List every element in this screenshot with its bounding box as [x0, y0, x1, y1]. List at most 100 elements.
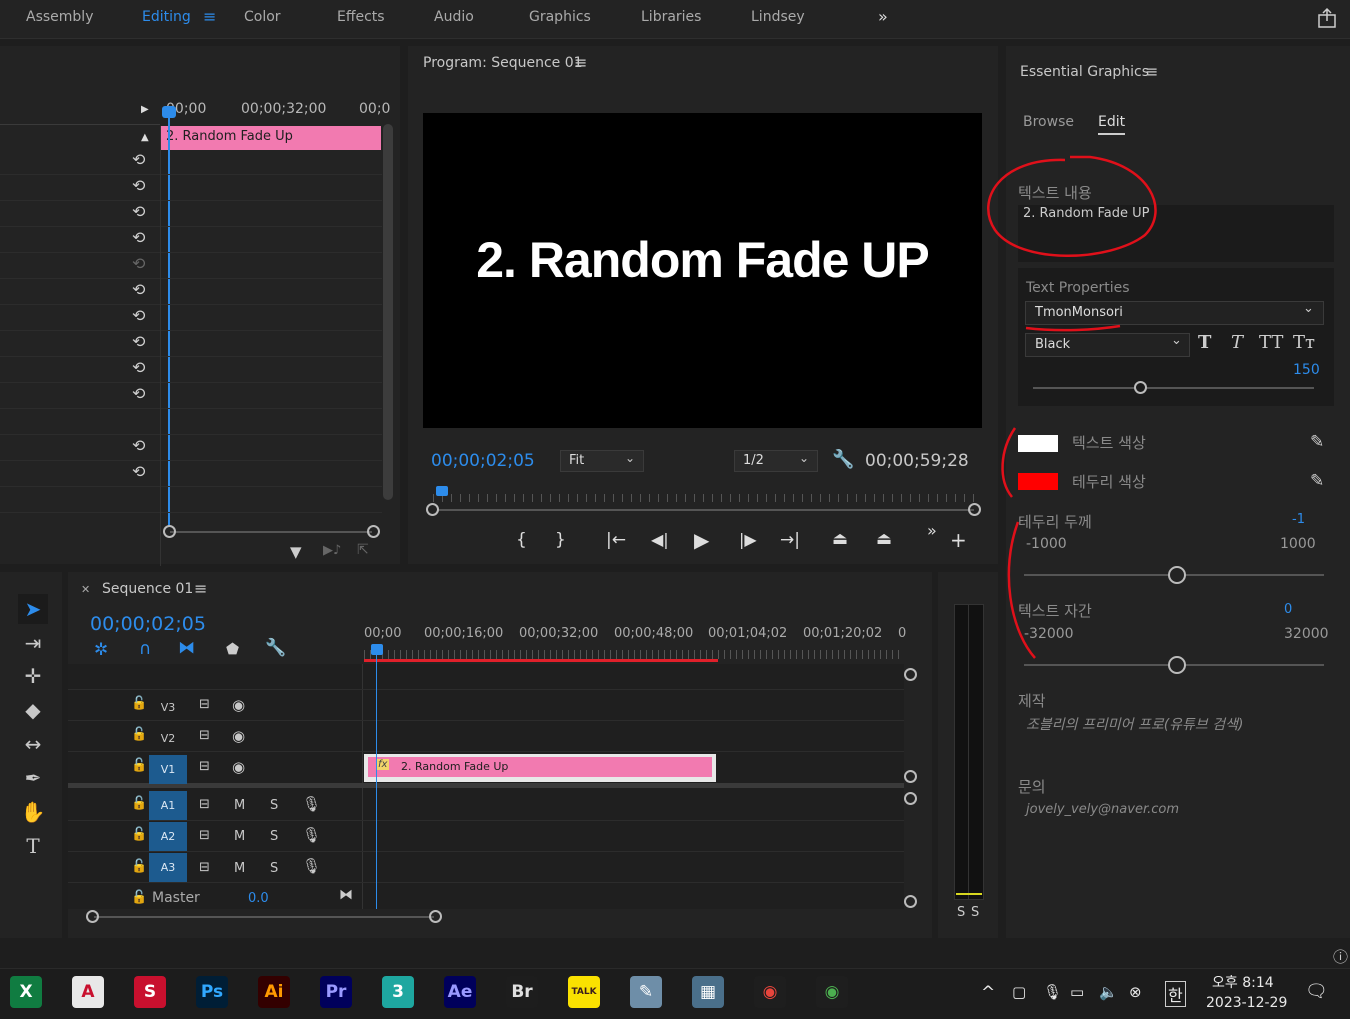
track-select-tool-icon[interactable]: ⇥	[18, 628, 48, 658]
reset-icon[interactable]: ⟲	[132, 280, 145, 299]
razor-tool-icon[interactable]: ◆	[18, 695, 48, 725]
reset-icon[interactable]: ⟲	[132, 384, 145, 403]
more-workspaces-icon[interactable]: »	[878, 7, 888, 26]
sync-lock-icon[interactable]: ⊟	[199, 797, 210, 812]
timeline-zoom-bar[interactable]	[94, 916, 434, 918]
workspace-graphics[interactable]: Graphics	[529, 9, 591, 25]
track-v1[interactable]: V1	[149, 755, 187, 784]
add-button-icon[interactable]: +	[950, 528, 967, 552]
master-value[interactable]: 0.0	[248, 891, 269, 906]
eye-icon[interactable]: ◉	[232, 758, 245, 776]
reset-icon[interactable]: ⟲	[132, 228, 145, 247]
add-marker-icon[interactable]: ⬟	[226, 640, 239, 658]
text-color-swatch[interactable]	[1018, 435, 1058, 452]
lock-icon[interactable]: 🔓	[131, 727, 147, 742]
taskbar-excel-icon[interactable]: X	[10, 976, 42, 1008]
workspace-menu-icon[interactable]: ≡	[203, 7, 216, 26]
timeline-settings-icon[interactable]: 🔧	[265, 638, 286, 658]
export-frame-icon[interactable]: ⇱	[357, 542, 369, 558]
mark-in-icon[interactable]: {	[516, 530, 527, 550]
solo-button[interactable]: S	[270, 798, 278, 813]
taskbar-illustrator-icon[interactable]: Ai	[258, 976, 290, 1008]
program-current-time[interactable]: 00;00;02;05	[431, 451, 535, 471]
type-tool-icon[interactable]: T	[18, 831, 48, 861]
resolution-dropdown[interactable]: 1/2 ⌄	[734, 450, 818, 472]
stroke-width-value[interactable]: -1	[1292, 512, 1305, 527]
lock-icon[interactable]: 🔓	[131, 827, 147, 842]
workspace-lindsey[interactable]: Lindsey	[751, 9, 805, 25]
taskbar-chrome-profile-icon[interactable]: ◉	[754, 976, 786, 1008]
step-forward-icon[interactable]: |▶	[739, 530, 757, 549]
notification-icon[interactable]: 🗨	[1305, 981, 1328, 1002]
tracking-value[interactable]: 0	[1284, 602, 1292, 617]
eye-icon[interactable]: ◉	[232, 696, 245, 714]
vertical-scrollbar[interactable]	[383, 124, 393, 500]
solo-left[interactable]: S	[957, 905, 965, 920]
zoom-handle-right[interactable]	[429, 910, 442, 923]
play-icon[interactable]: ▶	[694, 528, 709, 552]
timeline-ruler[interactable]	[364, 650, 902, 659]
collapse-triangle-icon[interactable]: ▲	[141, 132, 149, 143]
selection-tool-icon[interactable]: ➤	[18, 594, 48, 624]
source-playhead-head[interactable]	[162, 106, 176, 118]
reset-icon[interactable]: ⟲	[132, 436, 145, 455]
workspace-audio[interactable]: Audio	[434, 9, 474, 25]
taskbar-sketchup-icon[interactable]: S	[134, 976, 166, 1008]
track-v2[interactable]: V2	[149, 724, 187, 753]
panel-menu-icon[interactable]: ≡	[574, 53, 587, 72]
tracking-slider-handle[interactable]	[1168, 656, 1186, 674]
wrench-icon[interactable]: 🔧	[832, 449, 854, 470]
eye-icon[interactable]: ◉	[232, 727, 245, 745]
program-ruler[interactable]	[433, 494, 978, 502]
workspace-editing[interactable]: Editing	[142, 9, 191, 25]
solo-button[interactable]: S	[270, 861, 278, 876]
zoom-scrollbar[interactable]	[170, 531, 372, 533]
track-a1[interactable]: A1	[149, 791, 187, 820]
ripple-edit-tool-icon[interactable]: ✛	[18, 661, 48, 691]
small-caps-icon[interactable]: Tт	[1293, 332, 1315, 353]
clock-date[interactable]: 2023-12-29	[1206, 995, 1287, 1011]
sync-lock-icon[interactable]: ⊟	[199, 697, 210, 712]
zoom-handle-right[interactable]	[968, 503, 981, 516]
timeline-playhead[interactable]	[376, 655, 377, 909]
stroke-color-swatch[interactable]	[1018, 473, 1058, 490]
panel-menu-icon[interactable]: ≡	[1145, 62, 1158, 81]
lift-icon[interactable]: ⏏	[832, 529, 848, 549]
sync-lock-icon[interactable]: ⊟	[199, 728, 210, 743]
close-tab-icon[interactable]: ✕	[81, 583, 90, 596]
reset-icon[interactable]: ⟲	[132, 176, 145, 195]
more-buttons-icon[interactable]: »	[927, 521, 937, 540]
loop-audio-icon[interactable]: ▶♪	[323, 543, 341, 558]
eyedropper-icon[interactable]: ✎	[1310, 471, 1324, 491]
clock-time[interactable]: 오후 8:14	[1212, 972, 1274, 992]
share-icon[interactable]	[1316, 7, 1338, 29]
reset-icon[interactable]: ⟲	[132, 358, 145, 377]
hand-tool-icon[interactable]: ✋	[18, 797, 48, 827]
lock-icon[interactable]: 🔓	[131, 696, 147, 711]
reset-icon[interactable]: ⟲	[132, 202, 145, 221]
snap-icon[interactable]: ∩	[139, 639, 151, 659]
panel-menu-icon[interactable]: ≡	[194, 579, 207, 598]
sequence-tab[interactable]: Sequence 01	[102, 581, 193, 597]
font-size-slider[interactable]	[1033, 387, 1314, 389]
sync-lock-icon[interactable]: ⊟	[199, 759, 210, 774]
reset-icon[interactable]: ⟲	[132, 150, 145, 169]
extract-icon[interactable]: ⏏	[876, 529, 892, 549]
lock-icon[interactable]: 🔓	[131, 890, 147, 905]
scroll-handle[interactable]	[904, 792, 917, 805]
close-circle-icon[interactable]: ⊗	[1129, 983, 1142, 1001]
slip-tool-icon[interactable]: ↔	[18, 729, 48, 759]
mute-button[interactable]: M	[234, 861, 245, 876]
taskbar-autocad-icon[interactable]: A	[72, 976, 104, 1008]
program-playhead[interactable]	[436, 486, 448, 496]
mute-button[interactable]: M	[234, 829, 245, 844]
timeline-playhead-head[interactable]	[371, 644, 383, 655]
sync-lock-icon[interactable]: ⊟	[199, 860, 210, 875]
microphone-icon[interactable]: 🎙	[302, 795, 321, 813]
fit-dropdown[interactable]: Fit ⌄	[560, 450, 644, 472]
text-content-field[interactable]: 2. Random Fade UP	[1018, 205, 1334, 262]
bold-icon[interactable]: T	[1198, 332, 1211, 353]
mark-out-icon[interactable]: }	[555, 530, 566, 550]
workspace-assembly[interactable]: Assembly	[26, 9, 93, 25]
taskbar-premiere-icon[interactable]: Pr	[320, 976, 352, 1008]
